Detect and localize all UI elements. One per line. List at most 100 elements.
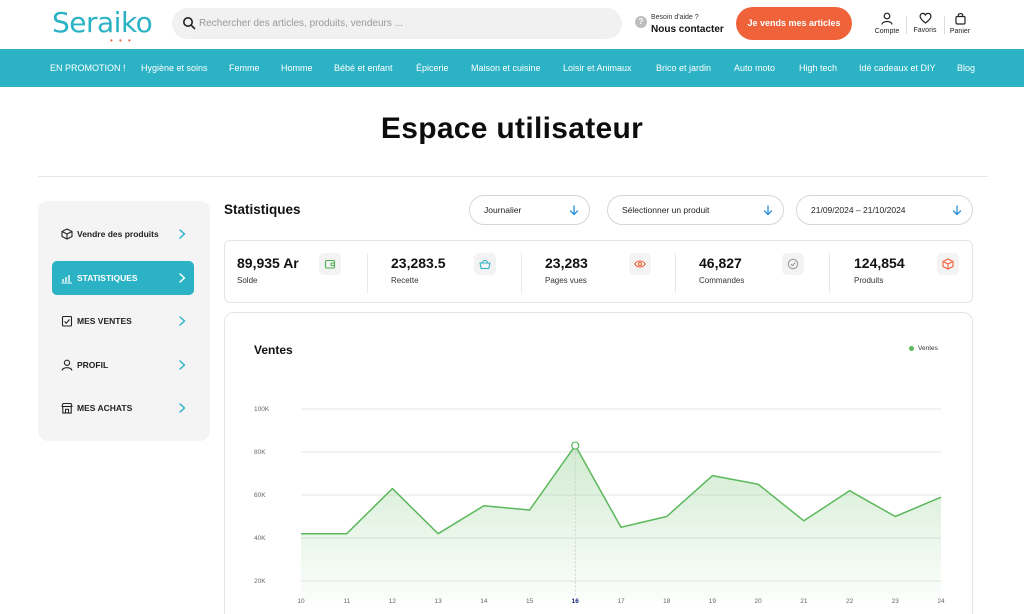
store-icon [61, 402, 73, 414]
x-tick-label: 12 [389, 598, 397, 605]
favorites-button[interactable]: Favoris [905, 12, 945, 34]
nav-item-bebe[interactable]: Bébé et enfant [334, 49, 393, 87]
date-range-select[interactable]: 21/09/2024 – 21/10/2024 [796, 195, 973, 225]
period-select[interactable]: Journalier [469, 195, 590, 225]
sidebar-item-achats[interactable]: MES ACHATS [52, 391, 194, 425]
x-tick-label: 17 [617, 598, 625, 605]
nav-item-auto[interactable]: Auto moto [734, 49, 775, 87]
nav-item-maison[interactable]: Maison et cuisine [471, 49, 541, 87]
sidebar-item-label: PROFIL [77, 360, 109, 370]
page-title: Espace utilisateur [380, 112, 644, 145]
help-line2[interactable]: Nous contacter [651, 24, 724, 35]
logo[interactable]: Seraiko [52, 6, 153, 39]
data-point [571, 441, 580, 450]
cart-label: Panier [949, 28, 971, 35]
arrow-down-icon [569, 205, 579, 216]
arrow-down-icon [952, 205, 962, 216]
kpi-value: 89,935 Ar [237, 255, 299, 271]
y-tick-label: 80K [254, 449, 266, 456]
kpi-recette: 23,283.5 Recette [379, 241, 521, 302]
header: Seraiko • • • ? Besoin d'aide ? Nous con… [0, 0, 1024, 49]
nav-item-homme[interactable]: Homme [281, 49, 313, 87]
kpi-panel: 89,935 Ar Solde 23,283.5 Recette 23,283 … [224, 240, 973, 303]
kpi-value: 124,854 [854, 255, 905, 271]
nav-item-promotion[interactable]: EN PROMOTION ! [50, 49, 126, 87]
category-nav: EN PROMOTION ! Hygiène et soins Femme Ho… [0, 49, 1024, 87]
product-select[interactable]: Sélectionner un produit [607, 195, 784, 225]
x-tick-label: 24 [937, 598, 945, 605]
search-input[interactable] [199, 8, 609, 39]
eye-icon [629, 253, 651, 275]
kpi-commandes: 46,827 Commandes [687, 241, 829, 302]
sales-chart: 100K 80K 60K 40K 20K 10 11 12 13 14 15 16 17 18 19 20 2… [254, 406, 945, 605]
sidebar-item-ventes[interactable]: MES VENTES [52, 304, 194, 338]
sidebar: Vendre des produits STATISTIQUES MES VEN… [38, 201, 210, 441]
x-tick-label: 13 [435, 598, 443, 605]
chevron-right-icon [179, 316, 186, 326]
sidebar-item-statistiques[interactable]: STATISTIQUES [52, 261, 194, 295]
sales-chart-panel: Ventes Ventes 100K 80K 60K 40K 20K 10 11 12 13 1… [224, 312, 973, 614]
sidebar-item-label: STATISTIQUES [77, 273, 138, 283]
x-tick-label: 14 [480, 598, 488, 605]
account-label: Compte [874, 28, 900, 35]
favorites-label: Favoris [913, 27, 937, 34]
account-button[interactable]: Compte [867, 12, 907, 35]
checklist-icon [61, 315, 73, 327]
nav-item-hygiene[interactable]: Hygiène et soins [141, 49, 208, 87]
x-tick-label: 16 [572, 598, 580, 605]
sidebar-item-profil[interactable]: PROFIL [52, 348, 194, 382]
box-icon [61, 228, 73, 240]
stats-title: Statistiques [224, 202, 301, 217]
nav-item-femme[interactable]: Femme [229, 49, 260, 87]
chevron-right-icon [179, 273, 186, 283]
x-tick-label: 20 [755, 598, 763, 605]
kpi-solde: 89,935 Ar Solde [225, 241, 367, 302]
chevron-right-icon [179, 229, 186, 239]
sidebar-item-label: MES VENTES [77, 316, 132, 326]
x-tick-label: 19 [709, 598, 717, 605]
chevron-right-icon [179, 403, 186, 413]
search-icon [183, 17, 196, 30]
nav-item-epicerie[interactable]: Épicerie [416, 49, 449, 87]
kpi-pages-vues: 23,283 Pages vues [533, 241, 675, 302]
y-tick-label: 60K [254, 492, 266, 499]
basket-icon [474, 253, 496, 275]
arrow-down-icon [763, 205, 773, 216]
help-icon: ? [635, 16, 647, 28]
kpi-label: Recette [391, 276, 419, 285]
nav-item-loisir[interactable]: Loisir et Animaux [563, 49, 632, 87]
heart-icon [918, 12, 932, 24]
kpi-divider [367, 253, 368, 293]
search-bar[interactable] [172, 8, 622, 39]
nav-item-brico[interactable]: Brico et jardin [656, 49, 711, 87]
y-tick-label: 100K [254, 406, 270, 413]
help-line1: Besoin d'aide ? [651, 14, 699, 21]
date-range-value: 21/09/2024 – 21/10/2024 [811, 205, 906, 215]
cart-button[interactable]: Panier [940, 12, 980, 35]
x-tick-label: 23 [892, 598, 900, 605]
check-circle-icon [782, 253, 804, 275]
user-icon [61, 359, 73, 371]
kpi-divider [675, 253, 676, 293]
kpi-label: Produits [854, 276, 884, 285]
nav-item-hightech[interactable]: High tech [799, 49, 837, 87]
x-tick-label: 21 [800, 598, 808, 605]
bag-icon [954, 12, 966, 25]
cube-icon [937, 253, 959, 275]
period-select-value: Journalier [484, 205, 522, 215]
kpi-divider [521, 253, 522, 293]
nav-item-cadeaux[interactable]: Idé cadeaux et DIY [859, 49, 936, 87]
kpi-produits: 124,854 Produits [842, 241, 974, 302]
sell-button[interactable]: Je vends mes articles [736, 7, 852, 40]
product-select-value: Sélectionner un produit [622, 205, 710, 215]
series-area [301, 445, 941, 601]
kpi-value: 46,827 [699, 255, 742, 271]
x-tick-label: 15 [526, 598, 534, 605]
x-tick-label: 11 [343, 598, 350, 605]
sidebar-item-vendre[interactable]: Vendre des produits [52, 217, 194, 251]
bar-chart-icon [61, 275, 72, 284]
nav-item-blog[interactable]: Blog [957, 49, 975, 87]
logo-dots: • • • [110, 36, 133, 45]
divider [38, 176, 988, 177]
sidebar-item-label: Vendre des produits [77, 229, 159, 239]
